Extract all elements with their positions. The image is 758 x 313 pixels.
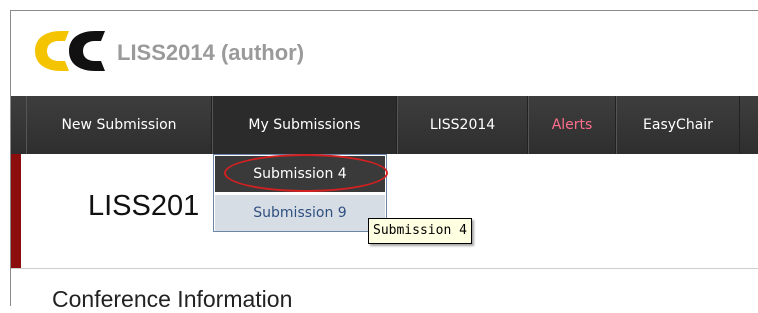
conference-title: LISS201 (88, 190, 200, 222)
dropdown-item-submission-4[interactable]: Submission 4 (215, 156, 385, 192)
nav-alerts[interactable]: Alerts (528, 96, 616, 154)
main-nav: New Submission My Submissions LISS2014 A… (11, 96, 758, 154)
section-heading: Conference Information (52, 286, 293, 312)
dropdown-item-submission-9[interactable]: Submission 9 (215, 195, 385, 231)
nav-easychair[interactable]: EasyChair (616, 96, 740, 154)
submissions-dropdown: Submission 4 Submission 9 (213, 154, 387, 232)
nav-new-submission[interactable]: New Submission (26, 96, 212, 154)
accent-bar (11, 154, 21, 268)
tooltip: Submission 4 (368, 218, 472, 244)
easychair-logo-icon[interactable] (29, 27, 107, 75)
divider (11, 268, 758, 269)
page-title: LISS2014 (author) (117, 40, 305, 65)
nav-my-submissions[interactable]: My Submissions (212, 96, 397, 154)
nav-liss2014[interactable]: LISS2014 (397, 96, 528, 154)
header: LISS2014 (author) (11, 11, 758, 95)
